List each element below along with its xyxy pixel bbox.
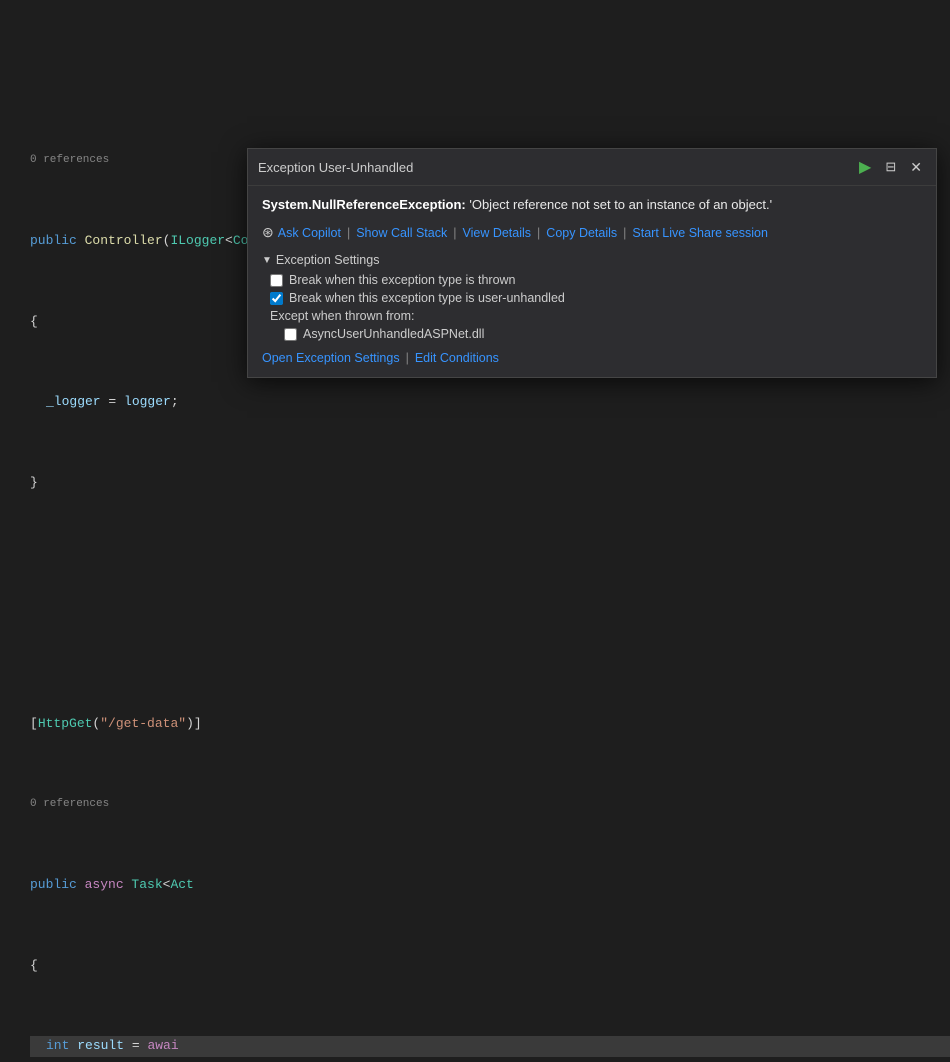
checkbox-dll[interactable]: [284, 328, 297, 341]
checkbox-thrown-label[interactable]: Break when this exception type is thrown: [289, 273, 516, 287]
pin-button[interactable]: ⊟: [881, 157, 900, 177]
popup-titlebar: Exception User-Unhandled ▶ ⊟ ✕: [248, 149, 936, 186]
copy-details-link[interactable]: Copy Details: [546, 226, 617, 240]
section-label: Exception Settings: [276, 253, 380, 267]
start-live-share-link[interactable]: Start Live Share session: [632, 226, 768, 240]
exception-type: System.NullReferenceException:: [262, 197, 466, 212]
code-line: [30, 554, 950, 574]
code-line: _logger = logger;: [30, 392, 950, 412]
checkbox-unhandled-row: Break when this exception type is user-u…: [262, 291, 922, 305]
exception-settings-section: ▼ Exception Settings: [262, 253, 922, 267]
view-details-link[interactable]: View Details: [462, 226, 531, 240]
checkbox-dll-label[interactable]: AsyncUserUnhandledASPNet.dll: [303, 327, 484, 341]
code-line: int result = awai: [30, 1036, 950, 1056]
popup-title: Exception User-Unhandled: [258, 160, 413, 175]
code-line: 0 references: [30, 795, 950, 815]
action-links: ⊛ Ask Copilot | Show Call Stack | View D…: [262, 224, 922, 241]
popup-controls: ▶ ⊟ ✕: [855, 155, 926, 179]
dll-checkbox-row: AsyncUserUnhandledASPNet.dll: [262, 327, 922, 341]
checkbox-unhandled[interactable]: [270, 292, 283, 305]
code-line: }: [30, 473, 950, 493]
except-when-label: Except when thrown from:: [262, 309, 922, 323]
bottom-links: Open Exception Settings | Edit Condition…: [262, 351, 922, 365]
run-button[interactable]: ▶: [855, 155, 875, 179]
open-exception-settings-link[interactable]: Open Exception Settings: [262, 351, 400, 365]
exception-popup: Exception User-Unhandled ▶ ⊟ ✕ System.Nu…: [247, 148, 937, 378]
popup-body: System.NullReferenceException: 'Object r…: [248, 186, 936, 377]
code-line: [30, 70, 950, 90]
checkbox-thrown-row: Break when this exception type is thrown: [262, 273, 922, 287]
show-call-stack-link[interactable]: Show Call Stack: [356, 226, 447, 240]
edit-conditions-link[interactable]: Edit Conditions: [415, 351, 499, 365]
code-line: public async Task<Act: [30, 875, 950, 895]
exception-detail: 'Object reference not set to an instance…: [469, 197, 772, 212]
close-button[interactable]: ✕: [906, 157, 926, 178]
copilot-icon: ⊛: [262, 224, 274, 241]
triangle-icon: ▼: [262, 255, 272, 266]
exception-message: System.NullReferenceException: 'Object r…: [262, 196, 922, 214]
code-line: {: [30, 956, 950, 976]
code-line: [30, 634, 950, 654]
checkbox-unhandled-label[interactable]: Break when this exception type is user-u…: [289, 291, 565, 305]
ask-copilot-link[interactable]: Ask Copilot: [278, 226, 341, 240]
code-line: [HttpGet("/get-data")]: [30, 714, 950, 734]
checkbox-thrown[interactable]: [270, 274, 283, 287]
